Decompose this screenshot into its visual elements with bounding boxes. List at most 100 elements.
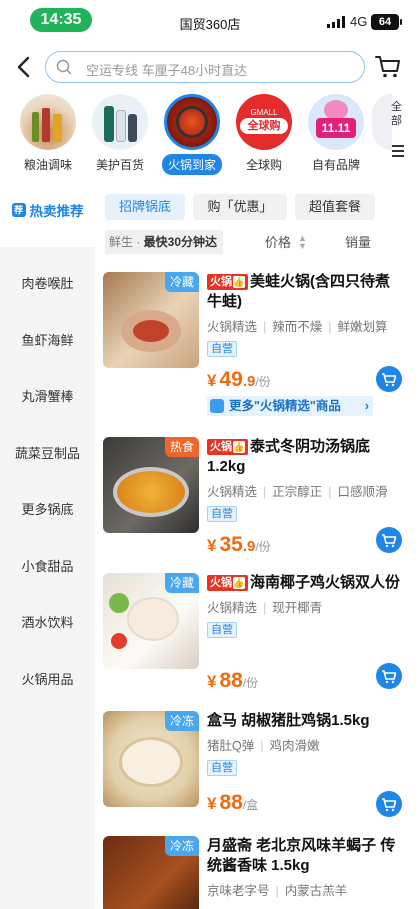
product-image: 热食 — [103, 437, 199, 533]
delivery-prefix: 鲜生 · — [109, 235, 144, 249]
sort-price-button[interactable]: 价格 — [265, 232, 291, 251]
cart-icon — [382, 798, 397, 812]
back-button[interactable] — [10, 52, 40, 82]
beauty-image — [92, 94, 148, 150]
sidebar-item-broth[interactable]: 更多锅底 — [0, 481, 95, 538]
storage-tag: 冷冻 — [164, 836, 199, 856]
sidebar-item-hot-active[interactable]: 荐 热卖推荐 — [0, 190, 95, 230]
add-to-cart-button[interactable] — [376, 663, 402, 689]
product-image: 冷冻 — [103, 836, 199, 909]
sidebar-item-label: 更多锅底 — [21, 502, 74, 518]
product-tags: 京味老字号内蒙古羔羊 — [207, 880, 403, 899]
network-type: 4G — [350, 14, 368, 29]
sidebar-item-label: 火锅用品 — [21, 671, 74, 687]
hotpot-select-icon — [210, 399, 224, 413]
product-title: 火锅👍 泰式冬阴功汤锅底1.2kg — [207, 438, 371, 475]
product-card[interactable]: 冷藏 火锅👍美蛙火锅(含四只待煮牛蛙) 火锅精选辣而不燥鲜嫩划算 自营 ¥49.… — [103, 272, 415, 420]
product-title: 火锅👍 美蛙火锅(含四只待煮牛蛙) — [207, 273, 390, 310]
signal-icon — [327, 16, 345, 28]
cart-icon — [382, 670, 397, 684]
product-card[interactable]: 热食 火锅👍泰式冬阴功汤锅底1.2kg 火锅精选正宗醇正口感顺滑 自营 ¥35.… — [103, 437, 415, 557]
menu-icon[interactable] — [392, 145, 404, 160]
tab-signature-broth[interactable]: 招牌锅底 — [105, 194, 185, 220]
product-price: ¥88/盒 — [207, 791, 259, 814]
category-label: 全球购 — [245, 158, 282, 172]
product-tags: 猪肚Q弹鸡肉滑嫩 — [207, 735, 403, 754]
product-image: 冷冻 — [103, 711, 199, 807]
product-card[interactable]: 冷藏 火锅👍海南椰子鸡火锅双人份 火锅精选现开椰青 自营 ¥88/份 — [103, 573, 415, 693]
product-price: ¥35.9/份 — [207, 533, 271, 556]
category-item-grain-oil[interactable]: 粮油调味 — [12, 94, 84, 173]
add-to-cart-button[interactable] — [376, 791, 402, 817]
tab-value-set[interactable]: 超值套餐 — [295, 194, 375, 220]
category-item-partial — [372, 94, 392, 150]
thumbs-up-icon: 👍 — [233, 577, 245, 589]
sidebar-item-veg[interactable]: 蔬菜豆制品 — [0, 424, 95, 481]
product-card[interactable]: 冷冻 盒马 胡椒猪肚鸡锅1.5kg 猪肚Q弹鸡肉滑嫩 自营 ¥88/盒 — [103, 711, 415, 831]
product-price: ¥88/份 — [207, 669, 259, 692]
hotpot-badge: 火锅👍 — [207, 274, 248, 290]
storage-tag: 热食 — [164, 437, 199, 457]
chevron-right-icon: › — [364, 399, 369, 413]
category-item-global[interactable]: GMALL 全球购 全球购 — [228, 94, 300, 173]
gmall-logo: GMALL 全球购 — [236, 94, 292, 150]
more-hotpot-link[interactable]: 更多"火锅精选"商品 › — [207, 396, 373, 416]
all-categories-button[interactable]: 全部 — [391, 100, 405, 128]
category-item-hotpot[interactable]: 火锅到家 — [156, 94, 228, 175]
sidebar-item-label: 丸滑蟹棒 — [21, 389, 74, 405]
shopping-cart-icon — [375, 56, 400, 78]
storage-tag: 冷藏 — [164, 272, 199, 292]
storage-tag: 冷冻 — [164, 711, 199, 731]
sidebar-item-label: 酒水饮料 — [21, 615, 74, 631]
search-placeholder: 空运专线 车厘子48小时直达 — [86, 63, 248, 78]
sidebar-item-meat[interactable]: 肉卷喉肚 — [0, 255, 95, 312]
hotpot-badge: 火锅👍 — [207, 575, 248, 591]
add-to-cart-button[interactable] — [376, 366, 402, 392]
sidebar-item-balls[interactable]: 丸滑蟹棒 — [0, 368, 95, 425]
self-run-badge: 自营 — [207, 506, 237, 522]
cart-icon — [382, 373, 397, 387]
product-tags: 火锅精选辣而不燥鲜嫩划算 — [207, 316, 403, 335]
self-run-badge: 自营 — [207, 622, 237, 638]
category-scroller: 粮油调味 美护百货 火锅到家 GMALL 全球购 全球购 11.11 自有品牌 — [0, 94, 420, 178]
recommend-tag: 荐 — [11, 203, 26, 217]
status-bar: 14:35 国贸360店 4G 64 — [0, 0, 420, 42]
chevron-left-icon — [17, 56, 30, 78]
search-icon — [56, 59, 72, 75]
delivery-filter[interactable]: 鲜生 · 最快30分钟达 — [105, 230, 223, 254]
category-label: 美护百货 — [95, 158, 144, 172]
search-input[interactable]: 空运专线 车厘子48小时直达 — [45, 51, 365, 83]
product-card[interactable]: 冷冻 月盛斋 老北京风味羊蝎子 传统酱香味 1.5kg 京味老字号内蒙古羔羊 — [103, 836, 415, 909]
category-item-beauty[interactable]: 美护百货 — [84, 94, 156, 173]
sidebar-item-label: 鱼虾海鲜 — [21, 332, 74, 348]
sidebar-item-label: 热卖推荐 — [29, 204, 84, 219]
product-image: 冷藏 — [103, 272, 199, 368]
cart-button[interactable] — [374, 52, 402, 80]
storage-tag: 冷藏 — [164, 573, 199, 593]
sidebar-item-drinks[interactable]: 酒水饮料 — [0, 594, 95, 651]
sidebar-item-label: 蔬菜豆制品 — [14, 445, 80, 461]
self-run-badge: 自营 — [207, 341, 237, 357]
category-label: 粮油调味 — [23, 158, 72, 172]
sort-sales-button[interactable]: 销量 — [345, 232, 371, 251]
product-tags: 火锅精选现开椰青 — [207, 597, 403, 616]
tab-discount[interactable]: 购「优惠」 — [193, 194, 287, 220]
product-image: 冷藏 — [103, 573, 199, 669]
thumbs-up-icon: 👍 — [233, 276, 245, 288]
category-sidebar: 荐 热卖推荐 肉卷喉肚 鱼虾海鲜 丸滑蟹棒 蔬菜豆制品 更多锅底 小食甜品 酒水… — [0, 190, 95, 909]
battery-level: 64 — [378, 16, 392, 28]
sidebar-item-label: 小食甜品 — [21, 558, 74, 574]
sidebar-item-seafood[interactable]: 鱼虾海鲜 — [0, 311, 95, 368]
sidebar-item-snacks[interactable]: 小食甜品 — [0, 537, 95, 594]
category-item-own-brand[interactable]: 11.11 自有品牌 — [300, 94, 372, 173]
category-label: 火锅到家 — [161, 154, 222, 175]
sort-bar: 鲜生 · 最快30分钟达 价格 ▲ ▼ 销量 — [105, 230, 415, 254]
product-tags: 火锅精选正宗醇正口感顺滑 — [207, 481, 403, 500]
add-to-cart-button[interactable] — [376, 527, 402, 553]
thumbs-up-icon: 👍 — [233, 441, 245, 453]
sidebar-item-supplies[interactable]: 火锅用品 — [0, 650, 95, 707]
hotpot-image — [164, 94, 220, 150]
delivery-speed: 最快30分钟达 — [143, 235, 218, 249]
grain-oil-image — [20, 94, 76, 150]
self-run-badge: 自营 — [207, 760, 237, 776]
